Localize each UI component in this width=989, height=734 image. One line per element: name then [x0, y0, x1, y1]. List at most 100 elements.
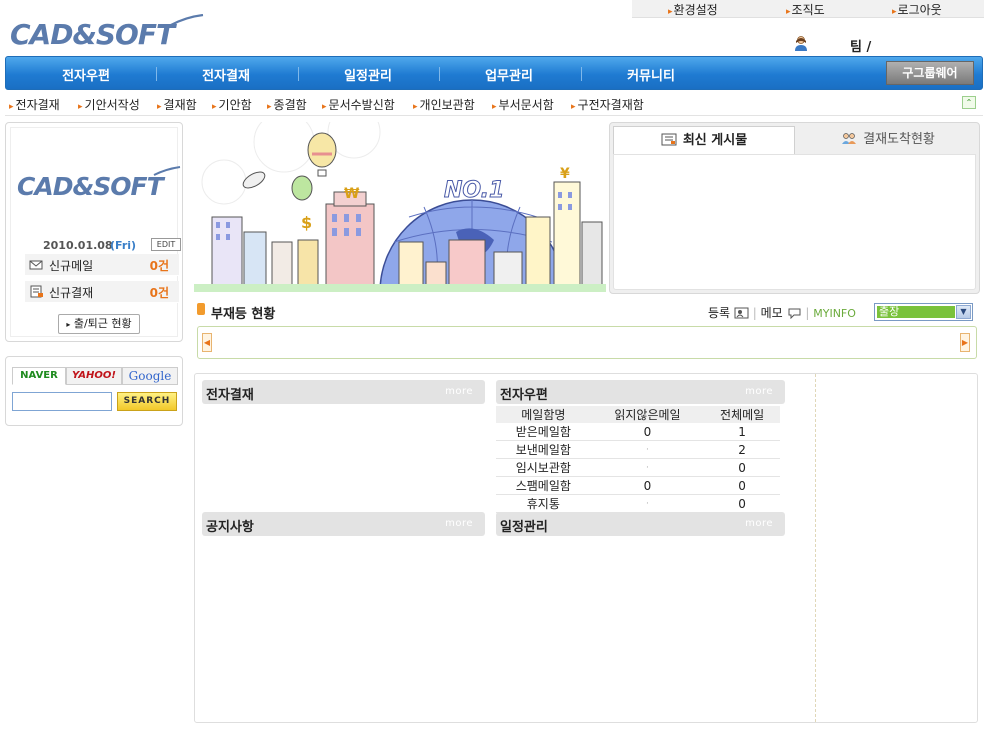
nav-mail[interactable]: 전자우편 [16, 65, 156, 84]
search-tab-naver[interactable]: NAVER [12, 367, 66, 385]
myinfo-link[interactable]: MYINFO [813, 307, 856, 320]
user-info-inner: CAD&SOFT 2010.01.08 (Fri) EDIT 신규메일 0건 신… [10, 127, 181, 337]
unread-count: · [590, 494, 705, 513]
mail-more-link[interactable]: more [745, 386, 773, 397]
mailbox-name[interactable]: 스팸메일함 [496, 476, 591, 495]
mailbox-header-row: 메일함명 읽지않은메일 전체메일 [496, 406, 780, 423]
subnav-closed-box[interactable]: 종결함 [267, 96, 307, 113]
new-approval-label: 신규결재 [49, 286, 94, 300]
total-count: 0 [704, 494, 780, 513]
memo-bubble-icon[interactable] [787, 307, 802, 319]
mailbox-name[interactable]: 받은메일함 [496, 423, 591, 441]
old-groupware-button[interactable]: 구그룹웨어 [886, 61, 974, 85]
svg-text:₩: ₩ [344, 186, 360, 202]
subnav-draft-box[interactable]: 기안함 [212, 96, 252, 113]
schedule-section-header: 일정관리 more [496, 512, 785, 536]
search-button[interactable]: SEARCH [117, 392, 177, 411]
nav-schedule[interactable]: 일정관리 [298, 65, 438, 84]
logo-text: CAD&SOFT [10, 18, 175, 51]
register-person-icon[interactable] [734, 307, 749, 319]
col-total: 전체메일 [704, 406, 780, 423]
total-count: 0 [704, 476, 780, 495]
register-link[interactable]: 등록 [708, 306, 730, 320]
attendance-status-button[interactable]: ▸ 출/퇴근 현황 [58, 314, 140, 334]
subnav-dept-docs[interactable]: 부서문서함 [492, 96, 554, 113]
col-mailbox-name: 메일함명 [496, 406, 591, 423]
panel-logo-text: CAD&SOFT [17, 172, 164, 201]
mailbox-table: 메일함명 읽지않은메일 전체메일 받은메일함 0 1 보낸메일함 · 2 임시보… [496, 406, 780, 513]
attendance-label: 출/퇴근 현황 [73, 317, 132, 330]
user-avatar-icon [795, 36, 807, 51]
edit-button[interactable]: EDIT [151, 238, 181, 251]
absence-status-select[interactable]: 출장 ▼ [874, 303, 973, 321]
search-tab-google[interactable]: Google [122, 367, 178, 385]
notice-more-link[interactable]: more [445, 518, 473, 529]
utility-bar: 환경설정 조직도 로그아웃 [632, 0, 984, 18]
subnav-old-approval[interactable]: 구전자결재함 [571, 96, 644, 113]
table-row[interactable]: 보낸메일함 · 2 [496, 440, 780, 459]
absence-status-value: 출장 [877, 306, 955, 318]
search-engine-tabs: NAVER YAHOO! Google [12, 367, 178, 385]
search-tab-yahoo[interactable]: YAHOO! [66, 367, 122, 385]
tool-separator: | [805, 306, 810, 320]
subnav-draft[interactable]: 기안서작성 [78, 96, 140, 113]
approval-section-header: 전자결재 more [202, 380, 485, 404]
col-unread: 읽지않은메일 [590, 406, 705, 423]
chevron-down-icon[interactable]: ▼ [956, 305, 971, 319]
tool-separator: | [752, 306, 757, 320]
mailbox-name[interactable]: 보낸메일함 [496, 440, 591, 459]
posts-tab-box: 최신 게시물 결재도착현황 [609, 122, 980, 294]
total-count: 0 [704, 458, 780, 477]
collapse-up-icon[interactable]: ⌃ [962, 96, 976, 109]
table-row[interactable]: 받은메일함 0 1 [496, 423, 780, 441]
subnav-approval-box[interactable]: 결재함 [157, 96, 197, 113]
unread-count: · [590, 440, 705, 459]
logo-swoosh-icon [153, 166, 181, 176]
column-divider [815, 374, 816, 722]
nav-work[interactable]: 업무관리 [439, 65, 579, 84]
subnav-personal-storage[interactable]: 개인보관함 [413, 96, 475, 113]
mail-icon [29, 260, 43, 270]
tab-latest-posts[interactable]: 최신 게시물 [613, 126, 795, 154]
total-count: 1 [704, 423, 780, 441]
new-approval-row[interactable]: 신규결재 0건 [25, 281, 179, 303]
table-row[interactable]: 스팸메일함 0 0 [496, 476, 780, 495]
subnav-approval[interactable]: 전자결재 [9, 96, 60, 113]
mail-section-header: 전자우편 more [496, 380, 785, 404]
nav-community[interactable]: 커뮤니티 [581, 65, 721, 84]
scroll-right-arrow-icon[interactable]: ▶ [960, 333, 970, 352]
scroll-left-arrow-icon[interactable]: ◀ [202, 333, 212, 352]
mailbox-name[interactable]: 휴지통 [496, 494, 591, 513]
board-icon [661, 133, 677, 146]
company-logo[interactable]: CAD&SOFT [10, 14, 204, 54]
org-chart-link[interactable]: 조직도 [786, 1, 825, 18]
sub-nav: 전자결재 기안서작성 결재함 기안함 종결함 문서수발신함 개인보관함 부서문서… [5, 92, 983, 116]
tab-approval-arrival[interactable]: 결재도착현황 [798, 126, 978, 154]
search-panel: NAVER YAHOO! Google SEARCH [5, 356, 183, 426]
current-date: 2010.01.08 [43, 239, 113, 252]
current-day: (Fri) [110, 239, 137, 252]
approval-more-link[interactable]: more [445, 386, 473, 397]
nav-approval[interactable]: 전자결재 [156, 65, 296, 84]
tab-content-area [613, 154, 976, 290]
unread-count: 0 [590, 476, 705, 495]
subnav-doc-exchange[interactable]: 문서수발신함 [322, 96, 395, 113]
user-info-panel: CAD&SOFT 2010.01.08 (Fri) EDIT 신규메일 0건 신… [5, 122, 183, 342]
table-row[interactable]: 임시보관함 · 0 [496, 458, 780, 477]
mail-section-title: 전자우편 [500, 388, 548, 403]
search-input[interactable] [12, 392, 112, 411]
play-icon: ▸ [66, 320, 71, 329]
table-row[interactable]: 휴지통 · 0 [496, 494, 780, 513]
user-team: 팀 / [850, 40, 872, 55]
tab-latest-posts-label: 최신 게시물 [682, 133, 748, 148]
logout-link[interactable]: 로그아웃 [892, 1, 942, 18]
people-icon [842, 133, 857, 144]
new-mail-count: 0건 [149, 259, 169, 273]
settings-link[interactable]: 환경설정 [668, 1, 718, 18]
schedule-more-link[interactable]: more [745, 518, 773, 529]
new-mail-row[interactable]: 신규메일 0건 [25, 254, 179, 276]
section-marker [197, 303, 205, 315]
memo-link[interactable]: 메모 [761, 306, 783, 320]
new-mail-label: 신규메일 [49, 259, 94, 273]
mailbox-name[interactable]: 임시보관함 [496, 458, 591, 477]
